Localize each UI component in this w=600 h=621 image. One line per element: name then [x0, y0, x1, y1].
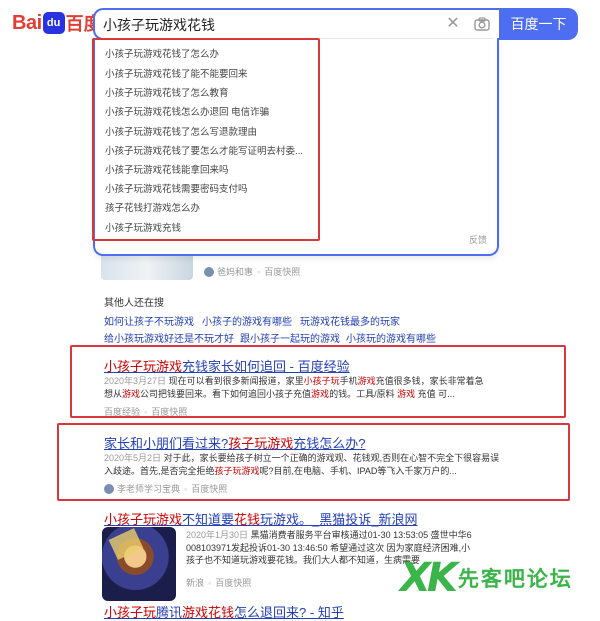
snippet-text: 黑猫消费者服务平台审核通过01-30 13:53:05 盛世中华6: [250, 530, 472, 540]
title-text: 不知道要: [182, 512, 235, 527]
snippet-text: 008103971发起投诉01-30 13:46:50 希望通过这次 因为家庭经…: [186, 542, 471, 553]
snippet-text: 充值很多钱，家长非常着急: [375, 376, 484, 386]
highlight-text: 游戏: [397, 388, 416, 399]
result-title[interactable]: 小孩子玩游戏不知道要花钱玩游戏。_黑猫投诉_新浪网: [104, 509, 418, 528]
search-input[interactable]: 小孩子玩游戏花钱: [103, 15, 423, 35]
related-searches-title: 其他人还在搜: [104, 298, 164, 309]
highlight-text: 小孩子玩游戏: [104, 359, 183, 374]
separator-dot: ◦: [208, 577, 212, 588]
source-name[interactable]: 爸妈和惠: [217, 265, 253, 278]
result-title[interactable]: 小孩子玩游戏充钱家长如何追回 - 百度经验: [104, 356, 350, 375]
highlight-text: 孩子玩游戏: [214, 465, 260, 476]
highlight-text: 小孩子玩: [104, 605, 157, 620]
separator-dot: ◦: [144, 406, 148, 417]
result-source: 新浪 ◦ 百度快照: [186, 576, 251, 589]
related-search-link[interactable]: 玩游戏花钱最多的玩家: [300, 313, 400, 328]
feedback-link[interactable]: 反馈: [469, 233, 487, 246]
separator-dot: ◦: [257, 266, 261, 277]
source-name[interactable]: 新浪: [186, 576, 204, 589]
snapshot-link[interactable]: 百度快照: [151, 405, 187, 418]
snippet-text: 孩子也不知道玩游戏要花钱。我们大人都不知道，生病需要: [186, 555, 421, 565]
result-snippet: 2020年5月2日 对于此，家长要给孩子树立一个正确的游戏观、花钱观,否则在心智…: [104, 452, 499, 477]
snippet-text: 手机: [339, 376, 358, 386]
snippet-text: 入歧途。首先,是否完全拒绝: [104, 465, 215, 476]
search-button[interactable]: 百度一下: [499, 8, 578, 40]
result-title[interactable]: 小孩子玩腾讯游戏花钱怎么退回来? - 知乎: [104, 602, 344, 621]
suggestion-item[interactable]: 小孩子玩游戏花钱需要密码支付吗: [105, 181, 248, 195]
result-date: 2020年1月30日: [186, 530, 249, 540]
result-date: 2020年3月27日: [104, 376, 167, 386]
suggestion-dropdown: 小孩子玩游戏花钱了怎么办 小孩子玩游戏花钱了能不能要回来 小孩子玩游戏花钱了怎么…: [93, 38, 499, 256]
suggestion-item[interactable]: 小孩子玩游戏花钱了怎么办: [105, 46, 219, 60]
snippet-text: 想从: [104, 388, 123, 399]
highlight-text: 花钱: [234, 512, 261, 527]
close-icon[interactable]: ✕: [445, 16, 461, 32]
suggestion-item[interactable]: 小孩子玩游戏充钱: [105, 220, 181, 234]
highlight-text: 小孩子玩: [303, 376, 340, 386]
result-date: 2020年5月2日: [104, 453, 162, 463]
snapshot-link[interactable]: 百度快照: [215, 576, 251, 589]
suggestion-item[interactable]: 小孩子玩游戏花钱了能不能要回来: [105, 66, 248, 80]
paw-icon: du: [42, 12, 65, 34]
snapshot-link[interactable]: 百度快照: [264, 265, 300, 278]
separator-dot: ◦: [184, 483, 188, 494]
highlight-text: 游戏: [357, 376, 376, 386]
related-search-link[interactable]: 小孩子的游戏有哪些: [202, 313, 292, 328]
related-search-link[interactable]: 跟小孩子一起玩的游戏: [240, 330, 340, 345]
camera-icon[interactable]: [473, 15, 491, 33]
highlight-text: 游戏: [311, 388, 330, 399]
suggestion-item[interactable]: 小孩子玩游戏花钱了怎么教育: [105, 85, 229, 99]
result-source: 爸妈和惠 ◦ 百度快照: [204, 265, 300, 278]
snippet-text: 充值 可...: [417, 388, 455, 399]
snippet-text: 公司把钱要回来。看下如何追回小孩子充值: [140, 388, 312, 399]
snippet-text: 呢?目前,在电脑、手机、IPAD等飞入千家万户的...: [259, 465, 457, 476]
title-text: 充钱怎么办?: [293, 436, 366, 451]
logo-text: Bai: [12, 11, 42, 34]
avatar: [104, 483, 114, 494]
related-search-link[interactable]: 给小孩玩游戏好还是不玩才好: [104, 330, 234, 345]
highlight-text: 小孩子玩游戏: [104, 512, 183, 527]
search-box[interactable]: 小孩子玩游戏花钱 ✕: [93, 8, 499, 40]
highlight-text: 游戏: [122, 388, 141, 399]
highlight-text: 孩子玩游戏: [228, 436, 294, 451]
divider: [103, 38, 493, 39]
baidu-logo[interactable]: Bai du 百度: [12, 11, 102, 36]
result-snippet: 2020年3月27日 现在可以看到很多新闻报道，家里小孩子玩手机游戏充值很多钱，…: [104, 375, 484, 400]
suggestion-item[interactable]: 小孩子玩游戏花钱了怎么写退款理由: [105, 124, 257, 138]
source-name[interactable]: 百度经验: [104, 405, 140, 418]
snapshot-link[interactable]: 百度快照: [191, 482, 227, 495]
title-text: 玩游戏。_黑猫投诉_新浪网: [260, 512, 418, 527]
suggestion-item[interactable]: 小孩子玩游戏花钱能拿回来吗: [105, 162, 229, 176]
related-search-link[interactable]: 如何让孩子不玩游戏: [104, 313, 194, 328]
result-source: 百度经验 ◦ 百度快照: [104, 405, 187, 418]
snippet-text: 对于此，家长要给孩子树立一个正确的游戏观、花钱观,否则在心智不完全下很容易误: [163, 453, 500, 463]
result-title[interactable]: 家长和小朋们看过来?孩子玩游戏充钱怎么办?: [104, 433, 365, 452]
title-text: 怎么退回来? - 知乎: [234, 605, 344, 620]
suggestion-item[interactable]: 小孩子玩游戏花钱怎么办退回 电信诈骗: [105, 104, 269, 118]
suggestion-item[interactable]: 孩子花钱打游戏怎么办: [105, 200, 200, 214]
avatar: [204, 266, 214, 277]
title-text: 家长和小朋们看过来?: [104, 436, 229, 451]
snippet-text: 的钱。工具/原料: [329, 388, 395, 399]
source-name[interactable]: 李老师学习宝典: [117, 482, 180, 495]
result-thumbnail[interactable]: [102, 527, 176, 601]
title-text: 充钱家长如何追回 - 百度经验: [182, 359, 350, 374]
related-search-link[interactable]: 小孩玩的游戏有哪些: [346, 330, 436, 345]
site-watermark: XK 先客吧论坛: [400, 555, 573, 601]
suggestion-item[interactable]: 小孩子玩游戏花钱了要怎么才能写证明去村委...: [105, 143, 303, 157]
snippet-text: 现在可以看到很多新闻报道，家里: [168, 376, 304, 386]
result-source: 李老师学习宝典 ◦ 百度快照: [104, 482, 227, 495]
watermark-logo-icon: XK: [400, 555, 458, 601]
title-text: 腾讯: [156, 605, 183, 620]
highlight-text: 游戏花钱: [182, 605, 235, 620]
watermark-text: 先客吧论坛: [457, 566, 573, 591]
